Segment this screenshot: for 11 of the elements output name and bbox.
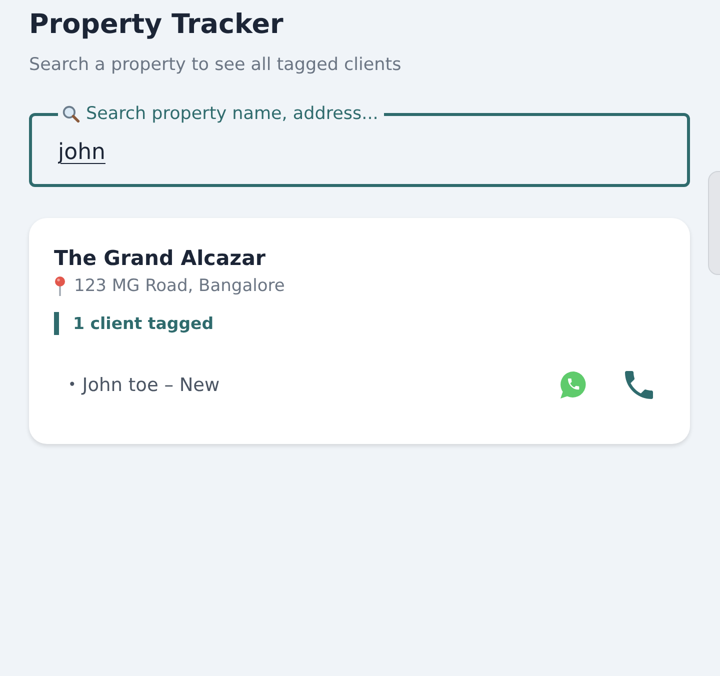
- page-subtitle: Search a property to see all tagged clients: [29, 54, 402, 76]
- phone-icon: [625, 371, 653, 399]
- page-title: Property Tracker: [29, 8, 284, 42]
- bullet: •: [68, 377, 76, 393]
- call-button[interactable]: [625, 371, 653, 399]
- search-icon: [62, 105, 80, 123]
- client-count: 1 client tagged: [54, 312, 665, 335]
- pin-icon: [54, 276, 66, 296]
- property-name: The Grand Alcazar: [54, 245, 267, 271]
- client-entry: John toe – New: [82, 374, 220, 396]
- property-address: 123 MG Road, Bangalore: [74, 275, 285, 297]
